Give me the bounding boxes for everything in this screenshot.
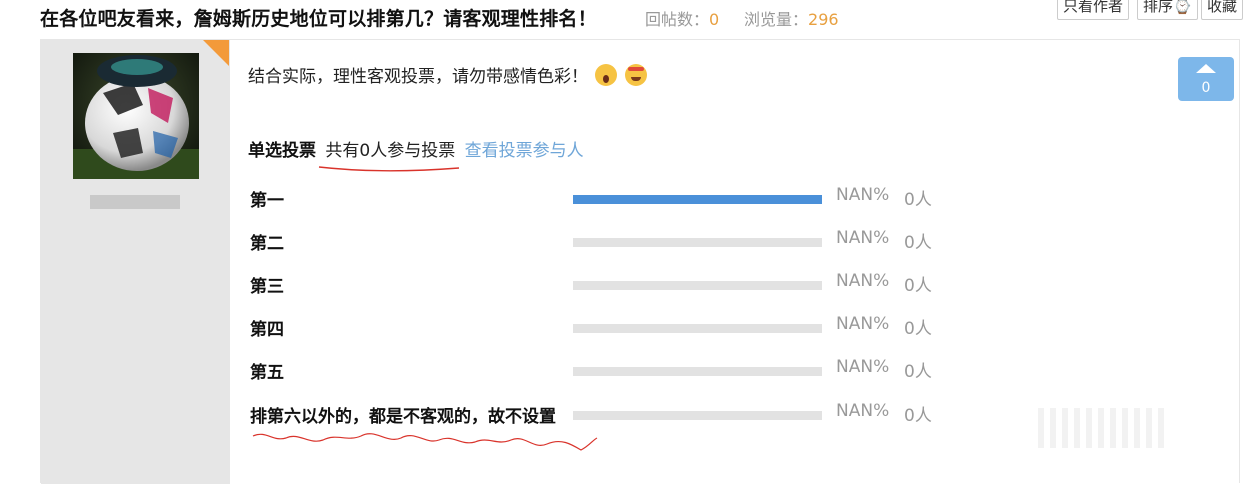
poll-option-percent: NAN% <box>836 401 890 421</box>
only-author-button[interactable]: 只看作者 <box>1057 0 1130 20</box>
reply-count-value: 0 <box>709 10 720 29</box>
poll-option-bar <box>573 411 822 420</box>
upvote-button[interactable]: 0 <box>1178 57 1234 101</box>
corner-ribbon <box>203 40 229 66</box>
sort-icon: ⌚ <box>1173 0 1192 15</box>
reply-count-label: 回帖数： <box>645 10 710 29</box>
sort-label: 排序 <box>1143 0 1174 15</box>
poll-header: 单选投票 共有0人参与投票 查看投票参与人 <box>248 136 584 161</box>
poll-option-label[interactable]: 第二 <box>250 229 284 254</box>
post-container: 结合实际，理性客观投票，请勿带感情色彩！ 0 单选投票 共有0人参与投票 查看投… <box>40 39 1240 484</box>
poll-option-count: 0人 <box>904 319 932 339</box>
favorite-button[interactable]: 收藏 <box>1201 0 1244 20</box>
page-title: 在各位吧友看来，詹姆斯历史地位可以排第几？请客观理性排名！ <box>40 8 597 30</box>
sort-button[interactable]: 排序⌚ <box>1137 0 1198 20</box>
post-body-text: 结合实际，理性客观投票，请勿带感情色彩！ <box>248 67 588 87</box>
view-voters-link[interactable]: 查看投票参与人 <box>465 141 584 161</box>
poll-total: 共有0人参与投票 <box>325 141 456 161</box>
mosaic-redaction <box>1038 408 1168 448</box>
avatar[interactable] <box>73 53 199 179</box>
star-struck-face-icon <box>624 64 647 86</box>
poll-option-label[interactable]: 第五 <box>250 358 284 383</box>
poll-option-label[interactable]: 第三 <box>250 272 284 297</box>
view-count: 浏览量：296 <box>744 6 839 30</box>
poll-option-bar <box>573 281 822 290</box>
post-header: 在各位吧友看来，詹姆斯历史地位可以排第几？请客观理性排名！ 回帖数：0 浏览量：… <box>0 0 1260 38</box>
upvote-count: 0 <box>1201 80 1211 96</box>
poll-option-count: 0人 <box>904 406 932 426</box>
reply-count: 回帖数：0 <box>645 6 719 30</box>
view-count-label: 浏览量： <box>744 10 809 29</box>
soccer-ball-avatar-image <box>73 53 199 179</box>
poll-option-count: 0人 <box>904 362 932 382</box>
poll-option-bar <box>573 195 822 204</box>
poll-option-bar <box>573 367 822 376</box>
post-content: 结合实际，理性客观投票，请勿带感情色彩！ 0 单选投票 共有0人参与投票 查看投… <box>248 40 1238 484</box>
poll-option-percent: NAN% <box>836 314 890 334</box>
poll-option-label[interactable]: 第一 <box>250 186 284 211</box>
author-sidebar <box>41 40 230 484</box>
username-redacted <box>90 195 180 209</box>
poll-option-percent: NAN% <box>836 271 890 291</box>
poll-option-count: 0人 <box>904 276 932 296</box>
poll-option-count: 0人 <box>904 233 932 253</box>
poll-option-bar-fill <box>573 195 822 204</box>
view-count-value: 296 <box>808 10 839 29</box>
poll-option-percent: NAN% <box>836 357 890 377</box>
poll-type: 单选投票 <box>248 141 316 161</box>
poll-option-label[interactable]: 排第六以外的，都是不客观的，故不设置 <box>250 402 556 427</box>
post-body: 结合实际，理性客观投票，请勿带感情色彩！ <box>248 62 647 87</box>
poll-option-percent: NAN% <box>836 185 890 205</box>
poll-option-bar <box>573 324 822 333</box>
shocked-face-icon <box>595 64 618 86</box>
arrow-up-icon <box>1196 64 1216 73</box>
poll-option-percent: NAN% <box>836 228 890 248</box>
poll-option-label[interactable]: 第四 <box>250 315 284 340</box>
poll-option-count: 0人 <box>904 190 932 210</box>
poll-option-bar <box>573 238 822 247</box>
